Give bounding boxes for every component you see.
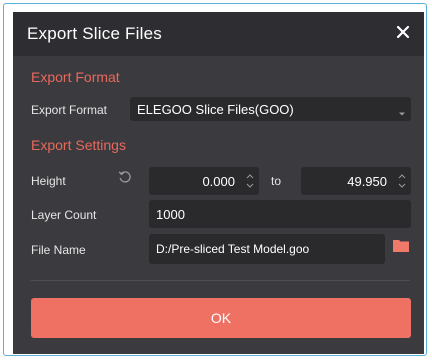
height-from-value: 0.000 [202, 174, 235, 189]
divider [31, 280, 410, 281]
ok-button[interactable]: OK [31, 298, 411, 338]
layer-count-field: 1000 [149, 200, 411, 228]
height-from-input[interactable]: 0.000 [149, 167, 259, 195]
folder-icon[interactable] [393, 238, 409, 252]
dialog-titlebar: Export Slice Files [13, 12, 424, 56]
section-export-format: Export Format [31, 69, 120, 85]
height-to-stepper[interactable] [398, 172, 406, 190]
file-name-label: File Name [31, 243, 86, 257]
height-from-stepper[interactable] [246, 172, 254, 190]
reset-icon[interactable] [118, 170, 132, 184]
close-icon[interactable] [393, 22, 413, 42]
chevron-down-icon [399, 106, 405, 120]
export-format-select[interactable]: ELEGOO Slice Files(GOO) [130, 97, 411, 121]
height-to-value: 49.950 [347, 174, 387, 189]
height-label: Height [31, 174, 66, 188]
section-export-settings: Export Settings [31, 137, 126, 153]
export-slice-files-dialog: Export Slice Files Export Format Export … [13, 12, 424, 354]
dialog-title: Export Slice Files [27, 24, 162, 43]
to-label: to [271, 174, 282, 188]
layer-count-value: 1000 [156, 207, 185, 222]
height-to-input[interactable]: 49.950 [301, 167, 411, 195]
file-name-value: D:/Pre-sliced Test Model.goo [156, 242, 310, 256]
export-format-label: Export Format [31, 103, 108, 117]
layer-count-label: Layer Count [31, 208, 97, 222]
export-format-value: ELEGOO Slice Files(GOO) [137, 102, 294, 117]
file-name-input[interactable]: D:/Pre-sliced Test Model.goo [149, 234, 385, 264]
